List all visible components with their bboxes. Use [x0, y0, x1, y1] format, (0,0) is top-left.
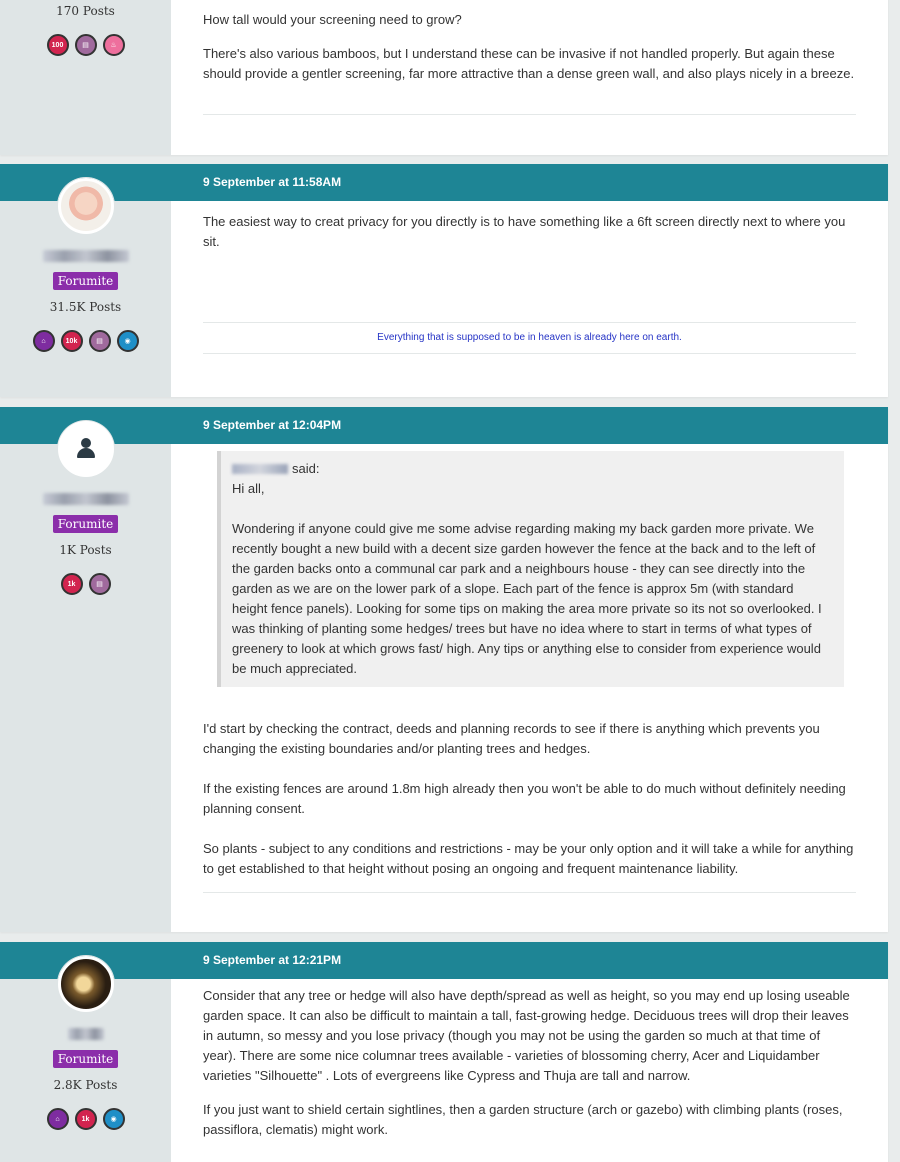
signature: Everything that is supposed to be in hea…	[377, 332, 682, 343]
post: 9 September at 12:21PM Forumite 2.8K Pos…	[0, 942, 888, 1162]
author-sidebar: 170 Posts 100 ▤ ♨	[0, 0, 171, 155]
book-icon[interactable]: ▤	[88, 573, 111, 595]
post-count: 1K Posts	[59, 543, 112, 557]
camera-icon[interactable]: ◉	[116, 330, 139, 352]
quote-line: Hi all,	[232, 481, 265, 496]
book-icon[interactable]: ▤	[88, 330, 111, 352]
post-count: 2.8K Posts	[53, 1078, 118, 1092]
camera-icon[interactable]: ◉	[102, 1108, 125, 1130]
badge-10k[interactable]: 10k	[60, 330, 83, 352]
post-body: How tall would your screening need to gr…	[171, 0, 888, 155]
quote-line: Wondering if anyone could give me some a…	[232, 521, 822, 676]
divider	[203, 114, 856, 115]
post-paragraph: Consider that any tree or hedge will als…	[203, 988, 850, 1083]
post-body: Consider that any tree or hedge will als…	[171, 942, 888, 1162]
username-blurred[interactable]	[42, 493, 129, 505]
post: 170 Posts 100 ▤ ♨ How tall would your sc…	[0, 0, 888, 155]
badges: 1k ▤	[60, 573, 111, 595]
avatar[interactable]	[57, 421, 114, 477]
post-paragraph: I'd start by checking the contract, deed…	[203, 721, 820, 756]
post: 9 September at 12:04PM Forumite 1K Posts…	[0, 407, 888, 932]
signature-block: Everything that is supposed to be in hea…	[203, 322, 856, 354]
badges: ⌂ 10k ▤ ◉	[32, 330, 139, 352]
username-blurred[interactable]	[67, 1028, 104, 1040]
author-sidebar: Forumite 1K Posts 1k ▤	[0, 407, 171, 932]
post-body: The easiest way to creat privacy for you…	[171, 164, 888, 397]
post-count: 31.5K Posts	[49, 300, 122, 314]
post-paragraph: If the existing fences are around 1.8m h…	[203, 781, 846, 816]
rank-badge: Forumite	[52, 1050, 119, 1068]
quote-author: said:	[232, 459, 832, 479]
divider	[203, 353, 856, 354]
post: 9 September at 11:58AM Forumite 31.5K Po…	[0, 164, 888, 397]
post-paragraph: The easiest way to creat privacy for you…	[203, 214, 846, 249]
user-icon	[75, 438, 97, 460]
badges: ⌂ 1k ◉	[46, 1108, 125, 1130]
quote-said: said:	[292, 461, 320, 476]
post-paragraph: How tall would your screening need to gr…	[203, 12, 462, 27]
avatar[interactable]	[57, 178, 114, 234]
badge-100[interactable]: 100	[46, 34, 69, 56]
quote-block: said: Hi all, Wondering if anyone could …	[217, 451, 844, 687]
book-icon[interactable]: ▤	[74, 34, 97, 56]
quoted-username-blurred[interactable]	[232, 464, 288, 474]
house-icon[interactable]: ⌂	[46, 1108, 69, 1130]
post-count: 170 Posts	[56, 4, 115, 18]
post-body: said: Hi all, Wondering if anyone could …	[171, 407, 888, 932]
house-icon[interactable]: ⌂	[32, 330, 55, 352]
cake-icon[interactable]: ♨	[102, 34, 125, 56]
rank-badge: Forumite	[52, 272, 119, 290]
badge-1k[interactable]: 1k	[74, 1108, 97, 1130]
rank-badge: Forumite	[52, 515, 119, 533]
avatar[interactable]	[57, 956, 114, 1012]
badges: 100 ▤ ♨	[46, 34, 125, 56]
post-paragraph: There's also various bamboos, but I unde…	[203, 46, 855, 81]
divider	[203, 892, 856, 893]
badge-1k[interactable]: 1k	[60, 573, 83, 595]
post-paragraph: So plants - subject to any conditions an…	[203, 841, 854, 876]
username-blurred[interactable]	[42, 250, 129, 262]
post-paragraph: If you just want to shield certain sight…	[203, 1102, 843, 1137]
